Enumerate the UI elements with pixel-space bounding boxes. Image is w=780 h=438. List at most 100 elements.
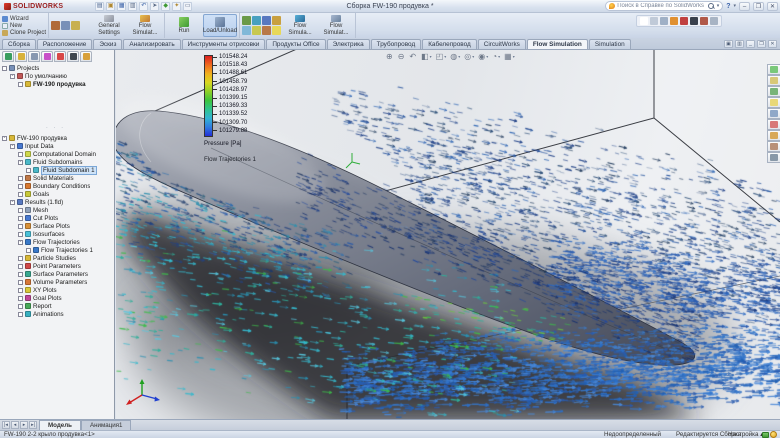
flow-simulation-dropdown-3[interactable]: Flow Simulat... — [319, 14, 353, 37]
expander-icon[interactable] — [18, 255, 23, 261]
tree-item[interactable]: XY Plots — [2, 286, 112, 294]
window-minimize-icon[interactable]: _ — [746, 40, 755, 48]
trajectories-tool-icon[interactable] — [242, 26, 252, 35]
blank-page-icon[interactable] — [640, 17, 648, 25]
mail-icon[interactable]: ▭ — [183, 1, 193, 11]
tree-item[interactable]: Boundary Conditions — [2, 182, 112, 190]
window-restore-icon[interactable]: ❐ — [757, 40, 766, 48]
flow-simulation-dropdown-2[interactable]: Flow Simula... — [283, 14, 317, 37]
expander-icon[interactable] — [18, 191, 23, 197]
document-tab[interactable]: Анимация1 — [80, 420, 132, 430]
new-document-icon[interactable]: ▤ — [95, 1, 105, 11]
tree-item[interactable]: Cut Plots — [2, 214, 112, 222]
window-menu-icon[interactable]: ▣ — [724, 40, 733, 48]
help-button[interactable]: ? — [726, 3, 730, 10]
tree-item[interactable]: Solid Materials — [2, 174, 112, 182]
expander-icon[interactable]: - — [2, 135, 7, 141]
tab-scroll-last-icon[interactable]: ▸| — [29, 421, 37, 429]
graphics-viewport[interactable]: ⊕ ⊖ ↶ ◧ ▾ ◰ ▾ ◍ ▾ ◎ ▾ ◉ ▾ ◔ ▾ ▦ ▾ 101548.24 101518.43 1014… — [116, 50, 780, 419]
run-button[interactable]: Run — [167, 14, 201, 37]
flow-simulation-dropdown-1[interactable]: Flow Simulat... — [128, 14, 162, 37]
command-tab[interactable]: CircuitWorks — [477, 39, 526, 49]
select-icon[interactable]: ➤ — [150, 1, 160, 11]
save-icon[interactable]: ▦ — [117, 1, 127, 11]
mesh-display-icon[interactable] — [242, 16, 252, 25]
help-search-box[interactable]: Поиск в Справке по SolidWorks ▾ — [605, 1, 724, 11]
command-tab[interactable]: Simulation — [588, 39, 631, 49]
expander-icon[interactable] — [26, 167, 31, 173]
command-tab[interactable]: Электрика — [326, 39, 370, 49]
tree-item[interactable]: Fluid Subdomain 1 — [2, 165, 112, 175]
expander-icon[interactable] — [18, 81, 23, 87]
measure-icon[interactable] — [650, 17, 658, 25]
tree-item[interactable]: Computational Domain — [2, 150, 112, 158]
command-tab[interactable]: Инструменты отрисовки — [181, 39, 266, 49]
expander-icon[interactable] — [18, 231, 23, 237]
load-unload-button[interactable]: Load/Unload — [203, 14, 237, 37]
command-tab[interactable]: Сборка — [2, 39, 36, 49]
expander-icon[interactable] — [18, 271, 23, 277]
expander-icon[interactable] — [18, 279, 23, 285]
expander-icon[interactable] — [18, 303, 23, 309]
window-close-icon[interactable]: ✕ — [768, 40, 777, 48]
tree-item[interactable]: - Input Data — [2, 142, 112, 150]
expander-icon[interactable] — [18, 175, 23, 181]
expander-icon[interactable] — [18, 215, 23, 221]
close-button[interactable]: ✕ — [767, 1, 778, 11]
command-tab[interactable]: Flow Simulation — [526, 39, 588, 49]
wizard-button[interactable]: Wizard — [2, 15, 46, 22]
component-control-icon[interactable] — [51, 21, 61, 30]
edit-color-icon[interactable] — [680, 17, 688, 25]
tab-scroll-prev-icon[interactable]: ◂ — [11, 421, 19, 429]
dropdown-caret-icon[interactable]: ▾ — [498, 54, 500, 59]
tree-item[interactable]: Goals — [2, 190, 112, 198]
camera-icon[interactable] — [690, 17, 698, 25]
cut-plot-tool-icon[interactable] — [252, 16, 262, 25]
tree-item[interactable]: Surface Parameters — [2, 270, 112, 278]
rebuild-icon[interactable]: ◆ — [161, 1, 171, 11]
xy-plot-tool-icon[interactable] — [252, 26, 262, 35]
status-configuration[interactable]: Настройка ▴ — [728, 431, 763, 438]
expander-icon[interactable]: - — [10, 73, 15, 79]
expander-icon[interactable] — [18, 223, 23, 229]
document-tab[interactable]: Модель — [39, 420, 81, 430]
command-tab[interactable]: Анализировать — [123, 39, 181, 49]
tree-item[interactable]: FW-190 продувка — [2, 80, 112, 88]
dropdown-caret-icon[interactable]: ▾ — [430, 54, 432, 59]
restore-button[interactable]: ❐ — [753, 1, 764, 11]
dropdown-caret-icon[interactable]: ▾ — [472, 54, 474, 59]
window-tile-icon[interactable]: ▥ — [735, 40, 744, 48]
tree-item[interactable]: Particle Studies — [2, 254, 112, 262]
dropdown-caret-icon[interactable]: ▾ — [444, 54, 446, 59]
minimize-button[interactable]: – — [739, 1, 750, 11]
command-tab[interactable]: Кабелепровод — [422, 39, 477, 49]
expander-icon[interactable]: - — [10, 199, 15, 205]
tree-item[interactable]: Point Parameters — [2, 262, 112, 270]
appearance-icon[interactable] — [700, 17, 708, 25]
expander-icon[interactable] — [26, 247, 31, 253]
expander-icon[interactable] — [18, 151, 23, 157]
search-dropdown-icon[interactable]: ▾ — [717, 3, 720, 9]
tree-item[interactable]: - По умолчанию — [2, 72, 112, 80]
open-icon[interactable]: ▣ — [106, 1, 116, 11]
undo-icon[interactable]: ↶ — [139, 1, 149, 11]
new-button[interactable]: New — [2, 22, 46, 29]
expander-icon[interactable] — [18, 287, 23, 293]
tree-item[interactable]: Flow Trajectories 1 — [2, 246, 112, 254]
tree-item[interactable]: Animations — [2, 310, 112, 318]
tree-item[interactable]: Mesh — [2, 206, 112, 214]
tree-item[interactable]: Volume Parameters — [2, 278, 112, 286]
quick-tips-icon[interactable] — [770, 431, 777, 438]
isosurface-tool-icon[interactable] — [272, 16, 282, 25]
expander-icon[interactable]: - — [10, 143, 15, 149]
goals-tool-icon[interactable] — [262, 26, 272, 35]
markup-icon[interactable] — [660, 17, 668, 25]
command-tab[interactable]: Эскиз — [93, 39, 123, 49]
lightbulb-icon[interactable] — [272, 26, 282, 35]
tab-scroll-first-icon[interactable]: |◂ — [2, 421, 10, 429]
command-tab[interactable]: Трубопровод — [370, 39, 422, 49]
search-icon[interactable] — [707, 2, 715, 10]
solidworks-logo[interactable]: SOLIDWORKS — [0, 2, 67, 10]
expander-icon[interactable]: - — [18, 239, 23, 245]
dropdown-caret-icon[interactable]: ▾ — [458, 54, 460, 59]
